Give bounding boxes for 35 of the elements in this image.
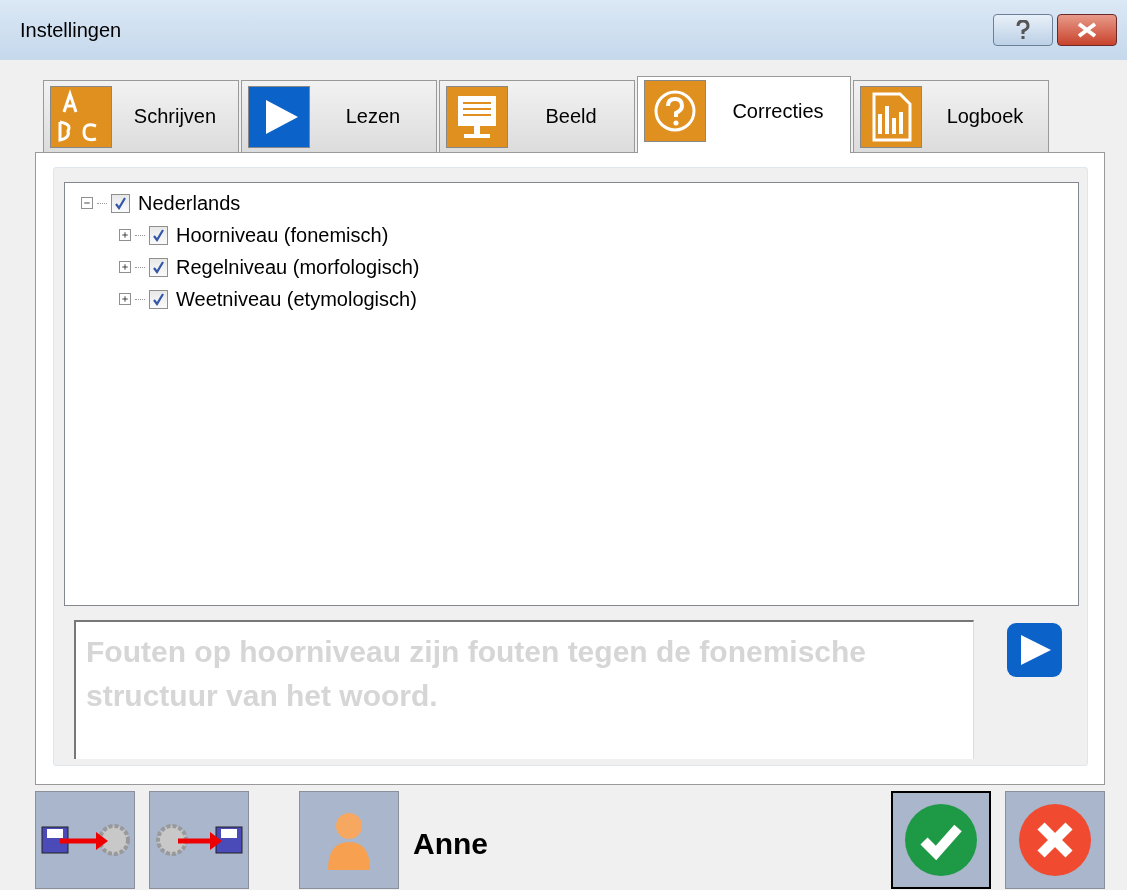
checkbox[interactable] (149, 225, 168, 245)
cancel-button[interactable] (1005, 790, 1105, 889)
checkbox[interactable] (111, 193, 130, 213)
checkbox[interactable] (149, 257, 168, 277)
checkmark-icon (904, 802, 978, 877)
ok-button[interactable] (891, 790, 991, 889)
play-icon (248, 85, 310, 148)
close-icon (1018, 802, 1092, 877)
tree-item-label[interactable]: Hoorniveau (fonemisch) (176, 223, 389, 247)
tab[interactable]: Schrijven (43, 80, 239, 152)
help-button[interactable] (993, 14, 1053, 46)
tree-item-label[interactable]: Weetniveau (etymologisch) (176, 287, 417, 311)
question-icon (644, 80, 706, 142)
close-button[interactable] (1057, 14, 1117, 46)
checkbox[interactable] (149, 289, 168, 309)
expand-icon[interactable] (119, 293, 131, 305)
help-icon (1016, 20, 1030, 40)
tree-item-label[interactable]: Nederlands (138, 191, 241, 215)
user-name: Anne (413, 825, 489, 861)
expand-icon[interactable] (119, 229, 131, 241)
tab[interactable]: Logboek (853, 80, 1049, 152)
chart-document-icon (860, 85, 922, 148)
letters-icon (50, 85, 112, 148)
tab[interactable]: Beeld (439, 80, 635, 152)
export-settings-button[interactable] (35, 790, 135, 889)
monitor-icon (446, 85, 508, 148)
play-button[interactable] (1006, 622, 1063, 678)
window-title: Instellingen (20, 18, 123, 42)
tab[interactable]: Correcties (637, 76, 851, 153)
collapse-icon[interactable] (81, 197, 93, 209)
tree-item-label[interactable]: Regelniveau (morfologisch) (176, 255, 420, 279)
close-icon (1076, 22, 1098, 38)
import-settings-button[interactable] (149, 790, 249, 889)
tab[interactable]: Lezen (241, 80, 437, 152)
expand-icon[interactable] (119, 261, 131, 273)
